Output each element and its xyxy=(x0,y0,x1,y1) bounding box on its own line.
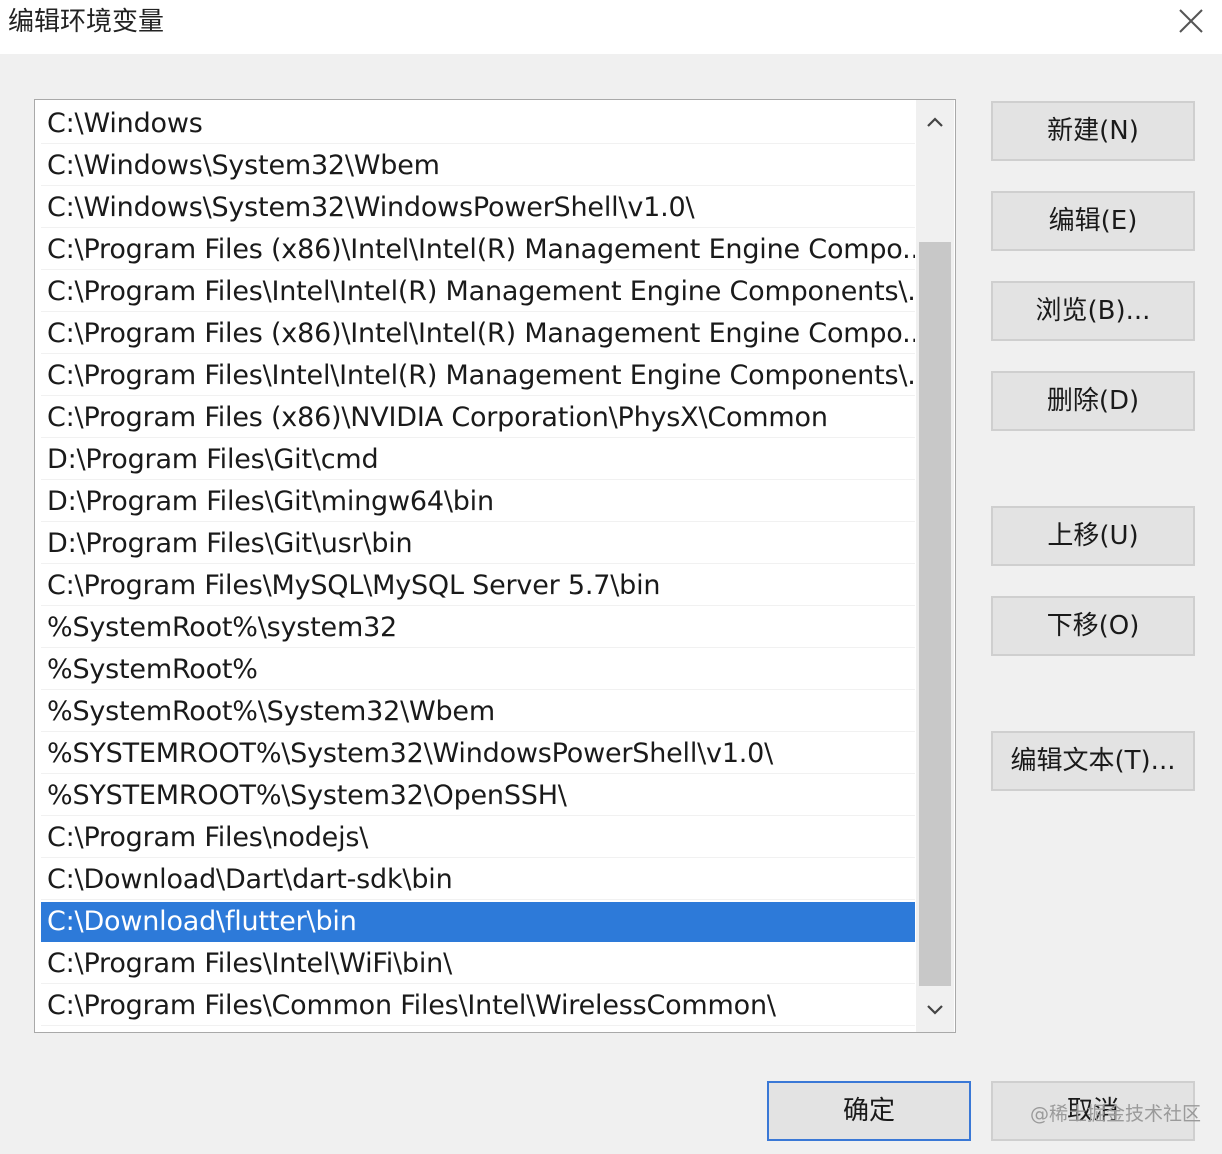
scrollbar-thumb[interactable] xyxy=(919,242,951,986)
watermark: @稀土掘金技术社区 xyxy=(1030,1103,1202,1125)
path-list-item[interactable]: C:\Program Files\nodejs\ xyxy=(41,818,915,858)
path-list-item[interactable]: %SystemRoot% xyxy=(41,650,915,690)
vertical-scrollbar[interactable] xyxy=(916,100,954,1032)
path-list-item[interactable]: D:\Program Files\Git\cmd xyxy=(41,440,915,480)
path-list-item[interactable]: C:\Program Files\Intel\WiFi\bin\ xyxy=(41,944,915,984)
path-list-item[interactable]: C:\Program Files (x86)\NVIDIA Corporatio… xyxy=(41,398,915,438)
path-list-item[interactable]: %SYSTEMROOT%\System32\OpenSSH\ xyxy=(41,776,915,816)
path-list-item[interactable]: C:\Windows xyxy=(41,104,915,144)
path-list-item[interactable]: C:\Download\flutter\bin xyxy=(41,902,915,942)
path-list-item[interactable]: C:\Program Files\Common Files\Intel\Wire… xyxy=(41,986,915,1026)
move-up-button[interactable]: 上移(U) xyxy=(991,506,1195,566)
path-list-item[interactable]: D:\Program Files\Git\mingw64\bin xyxy=(41,482,915,522)
chevron-up-icon xyxy=(927,117,943,127)
path-list-item[interactable]: C:\Download\Dart\dart-sdk\bin xyxy=(41,860,915,900)
window-title: 编辑环境变量 xyxy=(8,7,165,37)
edit-button[interactable]: 编辑(E) xyxy=(991,191,1195,251)
path-list-item[interactable]: C:\Windows\System32\WindowsPowerShell\v1… xyxy=(41,188,915,228)
path-list-item[interactable]: D:\Program Files\Git\usr\bin xyxy=(41,524,915,564)
path-list-item[interactable]: C:\Program Files (x86)\Intel\Intel(R) Ma… xyxy=(41,314,915,354)
scroll-up-button[interactable] xyxy=(916,100,954,144)
edit-text-button[interactable]: 编辑文本(T)... xyxy=(991,731,1195,791)
close-icon xyxy=(1179,9,1203,33)
ok-button[interactable]: 确定 xyxy=(767,1081,971,1141)
title-bar: 编辑环境变量 xyxy=(0,0,1222,54)
close-button[interactable] xyxy=(1168,0,1212,44)
path-list-item[interactable]: %SystemRoot%\System32\Wbem xyxy=(41,692,915,732)
new-button[interactable]: 新建(N) xyxy=(991,101,1195,161)
path-list-item[interactable]: C:\Program Files (x86)\Intel\Intel(R) Ma… xyxy=(41,230,915,270)
path-list-item[interactable]: C:\Windows\System32\Wbem xyxy=(41,146,915,186)
browse-button[interactable]: 浏览(B)... xyxy=(991,281,1195,341)
path-listbox[interactable]: C:\Windows C:\Windows\System32\Wbem C:\Win… xyxy=(34,99,956,1033)
scroll-down-button[interactable] xyxy=(916,988,954,1032)
chevron-down-icon xyxy=(927,1005,943,1015)
move-down-button[interactable]: 下移(O) xyxy=(991,596,1195,656)
path-list-item[interactable]: %SYSTEMROOT%\System32\WindowsPowerShell\… xyxy=(41,734,915,774)
delete-button[interactable]: 删除(D) xyxy=(991,371,1195,431)
path-list-item[interactable]: C:\Program Files\Intel\Intel(R) Manageme… xyxy=(41,356,915,396)
path-list-item[interactable]: %SystemRoot%\system32 xyxy=(41,608,915,648)
path-list-item[interactable]: C:\Program Files\MySQL\MySQL Server 5.7\… xyxy=(41,566,915,606)
path-list-item[interactable]: C:\Program Files\Intel\Intel(R) Manageme… xyxy=(41,272,915,312)
